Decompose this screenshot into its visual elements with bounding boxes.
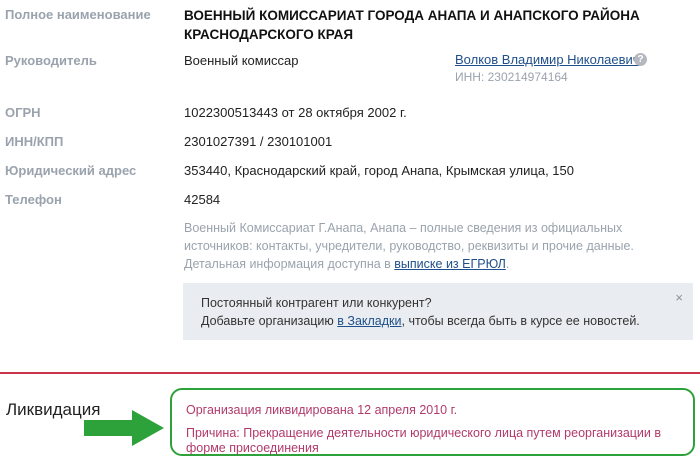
full-name-label: Полное наименование [5, 7, 151, 22]
liquidation-reason: Причина: Прекращение деятельности юридич… [186, 426, 662, 455]
green-arrow-icon [84, 410, 164, 446]
help-icon[interactable]: ? [634, 53, 647, 66]
notice-text-before: Добавьте организацию [201, 314, 338, 328]
director-label: Руководитель [5, 53, 97, 68]
ogrn-label: ОГРН [5, 105, 41, 120]
section-divider [0, 372, 700, 374]
egrul-extract-link[interactable]: выписке из ЕГРЮЛ [394, 257, 506, 271]
liquidation-status: Организация ликвидирована 12 апреля 2010… [186, 403, 458, 417]
director-inn: ИНН: 230214974164 [455, 70, 568, 84]
company-full-name: ВОЕННЫЙ КОМИССАРИАТ ГОРОДА АНАПА И АНАПС… [184, 8, 640, 42]
inn-kpp-label: ИНН/КПП [5, 134, 64, 149]
description-suffix: . [505, 257, 510, 271]
address-value: 353440, Краснодарский край, город Анапа,… [184, 163, 574, 178]
notice-message: Добавьте организацию в Закладки, чтобы в… [201, 314, 640, 328]
bookmark-notice: × Постоянный контрагент или конкурент? Д… [183, 283, 693, 340]
inn-kpp-value: 2301027391 / 230101001 [184, 134, 333, 149]
director-position: Военный комиссар [184, 53, 299, 68]
close-icon[interactable]: × [675, 291, 683, 304]
phone-label: Телефон [5, 192, 62, 207]
bookmarks-link[interactable]: в Закладки [337, 314, 401, 328]
notice-question: Постоянный контрагент или конкурент? [201, 296, 432, 310]
liquidation-highlight: Организация ликвидирована 12 апреля 2010… [170, 388, 695, 456]
ogrn-value: 1022300513443 от 28 октября 2002 г. [184, 105, 407, 120]
address-label: Юридический адрес [5, 163, 137, 178]
director-name-link[interactable]: Волков Владимир Николаевич [455, 52, 640, 67]
company-description: Военный Комиссариат Г.Анапа, Анапа – пол… [184, 219, 689, 273]
notice-text-after: , чтобы всегда быть в курсе ее новостей. [401, 314, 640, 328]
phone-value: 42584 [184, 192, 221, 207]
